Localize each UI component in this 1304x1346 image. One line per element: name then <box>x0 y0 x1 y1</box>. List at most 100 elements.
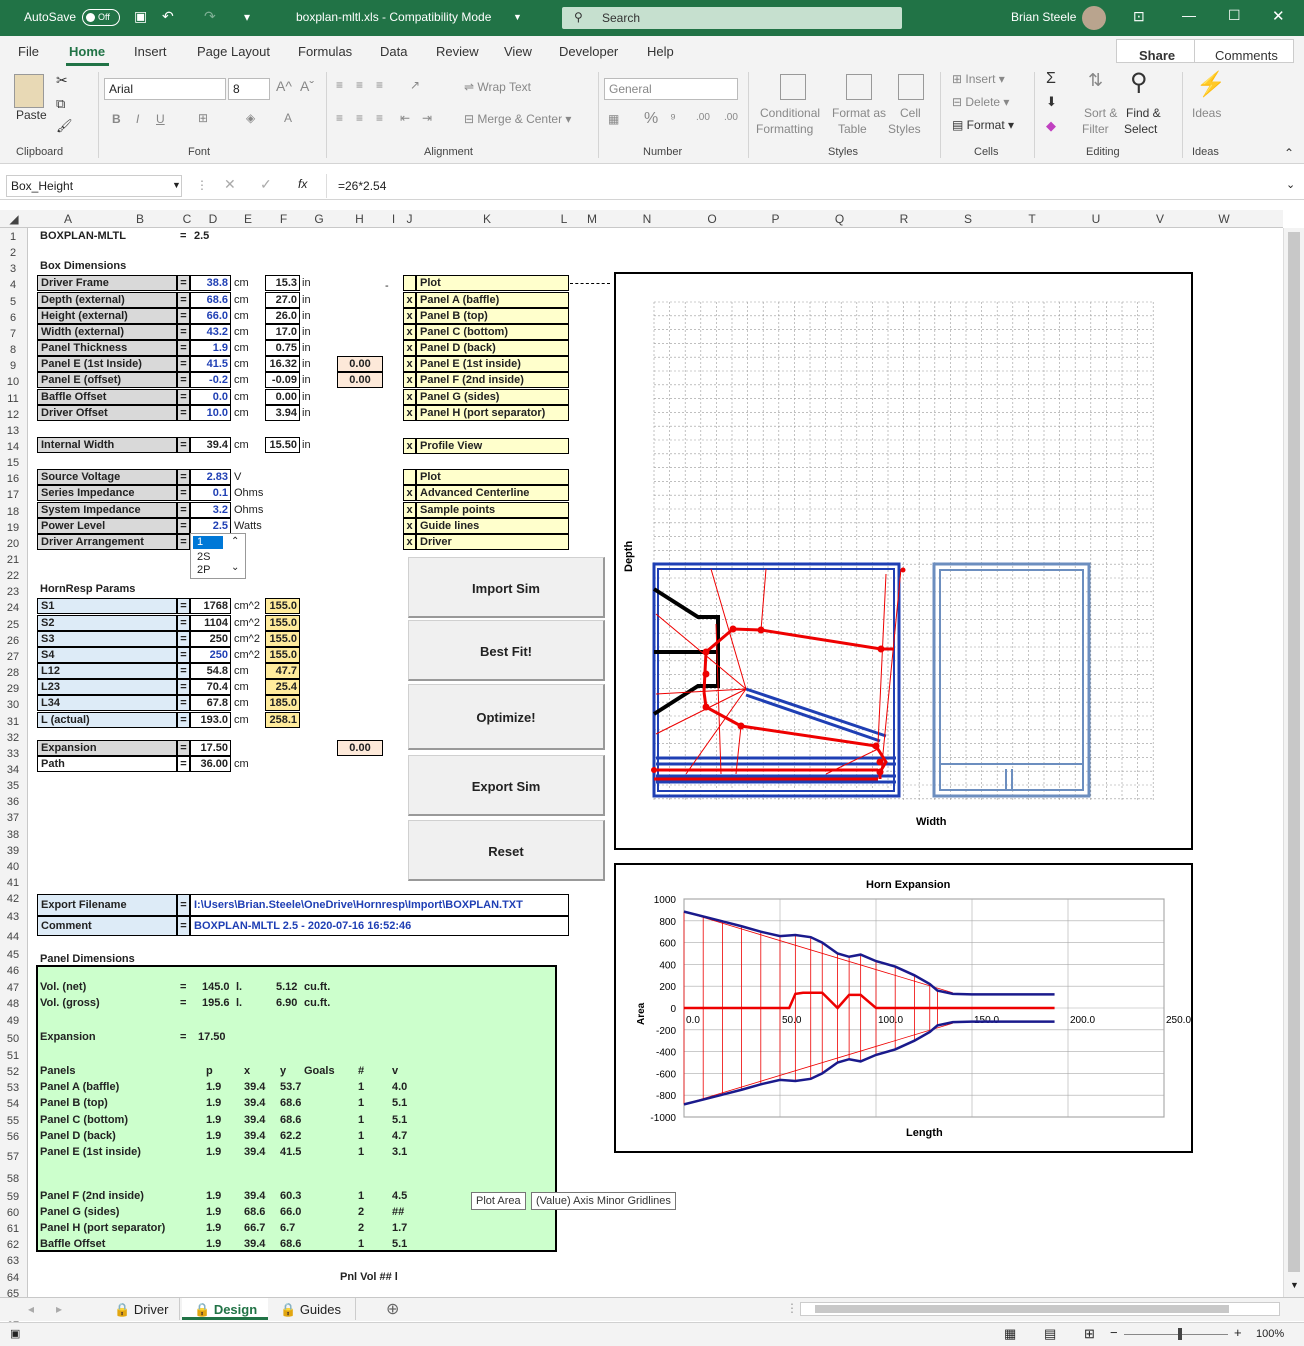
dim-value[interactable]: 0.0 <box>190 388 231 405</box>
menu-data[interactable]: Data <box>380 44 407 59</box>
electrical-value[interactable]: 2.83 <box>190 469 231 486</box>
plot-checkbox[interactable]: x <box>403 291 416 308</box>
dim-extra[interactable]: 0.00 <box>337 372 383 389</box>
cond-format-label2[interactable]: Formatting <box>756 122 813 136</box>
dropdown-option-2s[interactable]: 2S <box>197 551 210 564</box>
fill-icon[interactable]: ⬇ <box>1046 94 1057 110</box>
row-header[interactable]: 20 <box>0 536 26 552</box>
plot-checkbox[interactable]: x <box>403 501 416 518</box>
normal-view-icon[interactable]: ▦ <box>1004 1326 1016 1342</box>
font-size-box[interactable]: 8 <box>228 78 270 100</box>
row-header[interactable]: 34 <box>0 762 26 778</box>
row-header[interactable]: 22 <box>0 568 26 584</box>
menu-page-layout[interactable]: Page Layout <box>197 44 270 59</box>
name-box[interactable]: Box_Height <box>6 175 182 197</box>
align-left-icon[interactable]: ≡ <box>336 111 343 125</box>
customize-icon[interactable]: ▾ <box>244 10 250 24</box>
font-name-box[interactable]: Arial <box>104 78 226 100</box>
plot-checkbox[interactable]: x <box>403 323 416 340</box>
format-table-label[interactable]: Format as <box>832 106 886 120</box>
align-bottom-icon[interactable]: ≡ <box>376 78 383 92</box>
borders-icon[interactable]: ⊞ <box>198 111 208 125</box>
path-value[interactable]: 36.00 <box>190 756 231 772</box>
row-header[interactable]: 16 <box>0 471 26 487</box>
find-label[interactable]: Find & <box>1126 106 1161 120</box>
row-header[interactable]: 42 <box>0 891 26 907</box>
column-header-f[interactable]: F <box>264 212 303 226</box>
row-header[interactable]: 61 <box>0 1221 26 1237</box>
row-header[interactable]: 12 <box>0 407 26 423</box>
save-icon[interactable]: ▣ <box>134 8 147 25</box>
ideas-label[interactable]: Ideas <box>1192 106 1221 120</box>
row-header[interactable]: 24 <box>0 600 26 616</box>
row-header[interactable]: 1 <box>0 229 26 245</box>
horn-expansion-chart[interactable]: Horn Expansion Length Area 1000 800 600 400… <box>614 863 1193 1153</box>
row-header[interactable]: 30 <box>0 697 26 713</box>
comments-button[interactable]: Comments <box>1194 39 1294 63</box>
sheet-tab-guides[interactable]: 🔒 Guides <box>270 1298 356 1320</box>
row-header[interactable]: 52 <box>0 1064 26 1080</box>
name-box-dropdown-icon[interactable]: ▼ <box>172 180 181 190</box>
row-header[interactable]: 49 <box>0 1012 26 1030</box>
row-header[interactable]: 47 <box>0 980 26 996</box>
paste-label[interactable]: Paste <box>16 108 47 122</box>
row-header[interactable]: 5 <box>0 294 26 310</box>
hscroll-thumb[interactable] <box>815 1305 1229 1313</box>
column-header-r[interactable]: R <box>872 212 936 226</box>
autosum-icon[interactable]: Σ <box>1046 70 1056 88</box>
plot-checkbox[interactable]: x <box>403 356 416 373</box>
sort-label2[interactable]: Filter <box>1082 122 1109 136</box>
row-header[interactable]: 9 <box>0 358 26 374</box>
sort-label[interactable]: Sort & <box>1084 106 1117 120</box>
column-header-t[interactable]: T <box>1000 212 1064 226</box>
bold-icon[interactable]: B <box>112 112 121 126</box>
row-header[interactable]: 28 <box>0 665 26 681</box>
row-header[interactable]: 56 <box>0 1129 26 1145</box>
format-as-table-icon[interactable] <box>846 74 872 100</box>
row-header[interactable]: 62 <box>0 1237 26 1253</box>
conditional-formatting-icon[interactable] <box>780 74 806 100</box>
electrical-value[interactable]: 0.1 <box>190 485 231 502</box>
column-header-j[interactable]: J <box>403 212 416 226</box>
menu-review[interactable]: Review <box>436 44 479 59</box>
scroll-up-icon[interactable]: ⌃ <box>231 536 239 547</box>
row-header[interactable]: 23 <box>0 584 26 600</box>
row-header[interactable]: 53 <box>0 1080 26 1096</box>
row-header[interactable]: 31 <box>0 714 26 730</box>
prev-sheet-icon[interactable]: ◂ <box>28 1302 34 1316</box>
row-header[interactable]: 3 <box>0 261 26 277</box>
plot-checkbox[interactable]: x <box>403 485 416 502</box>
profile-view-check[interactable]: x <box>403 438 416 454</box>
copy-icon[interactable]: ⧉ <box>56 96 65 112</box>
param-value[interactable]: 250 <box>190 646 231 663</box>
param-target[interactable]: 155.0 <box>265 646 300 663</box>
row-header[interactable]: 33 <box>0 746 26 762</box>
wrap-text-button[interactable]: ⇌ Wrap Text <box>464 80 531 94</box>
expand-formula-icon[interactable]: ⌄ <box>1286 178 1295 191</box>
column-header-h[interactable]: H <box>335 212 384 226</box>
plot-checkbox[interactable]: x <box>403 388 416 405</box>
cut-icon[interactable]: ✂ <box>56 72 68 89</box>
column-header-p[interactable]: P <box>744 212 807 226</box>
fill-color-icon[interactable]: ◈ <box>246 111 255 125</box>
row-header[interactable]: 40 <box>0 859 26 875</box>
row-header[interactable]: 57 <box>0 1145 26 1169</box>
dim-value[interactable]: 43.2 <box>190 323 231 340</box>
column-header-m[interactable]: M <box>570 212 614 226</box>
comma-icon[interactable]: ⁹ <box>670 110 676 126</box>
add-sheet-icon[interactable]: ⊕ <box>386 1299 399 1319</box>
insert-cells-button[interactable]: ⊞ Insert ▾ <box>952 72 1005 86</box>
row-header[interactable]: 6 <box>0 310 26 326</box>
param-target[interactable]: 258.1 <box>265 711 300 728</box>
param-target[interactable]: 155.0 <box>265 614 300 631</box>
expansion-extra[interactable]: 0.00 <box>337 740 383 756</box>
column-header-a[interactable]: A <box>36 212 100 226</box>
row-header[interactable]: 25 <box>0 617 26 633</box>
row-header[interactable]: 14 <box>0 439 26 455</box>
find-select-icon[interactable]: ⚲ <box>1130 68 1148 97</box>
dropdown-option-1[interactable]: 1 <box>193 536 223 549</box>
merge-center-button[interactable]: ⊟ Merge & Center ▾ <box>464 112 571 126</box>
column-header-q[interactable]: Q <box>807 212 872 226</box>
scroll-down-arrow-icon[interactable]: ▼ <box>1290 1280 1299 1290</box>
column-header-u[interactable]: U <box>1064 212 1128 226</box>
